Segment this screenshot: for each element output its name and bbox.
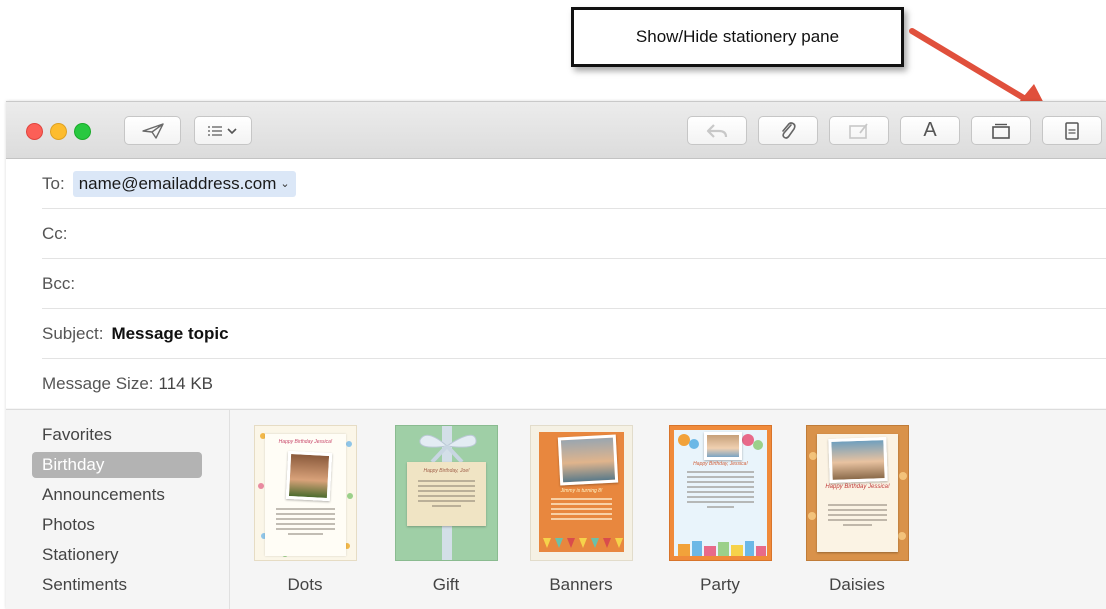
to-recipient-token[interactable]: name@emailaddress.com ⌄	[72, 170, 296, 197]
zoom-window-button[interactable]	[74, 123, 91, 140]
template-name-banners: Banners	[549, 575, 613, 594]
subject-label: Subject:	[42, 323, 104, 343]
category-photos[interactable]: Photos	[42, 512, 95, 538]
template-gift[interactable]: Happy Birthday, Joe!	[395, 425, 498, 561]
message-size-label: Message Size:	[42, 373, 154, 393]
to-address: name@emailaddress.com	[78, 173, 277, 193]
gift-card-title: Happy Birthday, Joe!	[423, 468, 470, 474]
markup-button[interactable]	[829, 116, 889, 145]
subject-field[interactable]: Message topic	[111, 324, 228, 344]
list-menu-icon	[208, 125, 237, 136]
dots-card-title: Happy Birthday Jessica!	[278, 439, 333, 445]
daisies-card: Happy Birthday Jessica!	[817, 434, 898, 552]
send-button[interactable]	[124, 116, 181, 145]
reply-button[interactable]	[687, 116, 747, 145]
category-announcements[interactable]: Announcements	[42, 482, 165, 508]
party-card: Happy Birthday, Jessica!	[674, 430, 767, 556]
stationery-pane-button[interactable]	[1042, 116, 1102, 145]
chevron-down-icon: ⌄	[280, 178, 290, 190]
message-size-value: 114 KB	[158, 373, 214, 393]
message-size-row: Message Size: 114 KB	[42, 359, 1106, 408]
dots-photo	[285, 450, 333, 502]
paperclip-icon	[782, 121, 796, 139]
markup-photo-icon	[849, 122, 868, 139]
banners-card-title: Jimmy is turning 8!	[560, 488, 603, 494]
banners-card: Jimmy is turning 8!	[539, 432, 624, 552]
photo-browser-icon	[992, 123, 1010, 139]
stationery-pane: Favorites Birthday Announcements Photos …	[6, 409, 1106, 609]
category-favorites[interactable]: Favorites	[42, 422, 112, 448]
bcc-label: Bcc:	[42, 273, 76, 293]
banners-bunting	[543, 538, 623, 548]
stationery-icon	[1065, 121, 1079, 140]
template-dots[interactable]: Happy Birthday Jessica!	[254, 425, 357, 561]
party-text-lines	[687, 471, 754, 511]
format-button[interactable]: A	[900, 116, 960, 145]
cc-row[interactable]: Cc:	[42, 209, 1106, 259]
template-name-gift: Gift	[432, 575, 460, 594]
compose-window: A To: name@emailaddress.com ⌄ Cc: Bcc: S…	[6, 101, 1106, 609]
category-list: Favorites Birthday Announcements Photos …	[6, 410, 230, 609]
paper-plane-icon	[141, 122, 164, 139]
dots-text-lines	[276, 508, 335, 538]
category-sentiments[interactable]: Sentiments	[42, 572, 127, 598]
callout-text: Show/Hide stationery pane	[635, 27, 840, 46]
reply-arrow-icon	[706, 123, 728, 138]
photo-browser-button[interactable]	[971, 116, 1031, 145]
to-row: To: name@emailaddress.com ⌄	[42, 159, 1106, 209]
banners-photo	[557, 434, 619, 486]
template-party[interactable]: Happy Birthday, Jessica!	[669, 425, 772, 561]
callout-box: Show/Hide stationery pane	[571, 7, 904, 67]
party-card-title: Happy Birthday, Jessica!	[693, 461, 748, 467]
party-gifts	[678, 541, 766, 556]
daisies-photo	[828, 437, 888, 483]
subject-row[interactable]: Subject: Message topic	[42, 309, 1106, 359]
template-banners[interactable]: Jimmy is turning 8!	[530, 425, 633, 561]
close-window-button[interactable]	[26, 123, 43, 140]
to-label: To:	[42, 173, 65, 193]
daisies-card-title: Happy Birthday Jessica!	[825, 484, 890, 490]
template-daisies[interactable]: Happy Birthday Jessica!	[806, 425, 909, 561]
format-a-icon: A	[923, 119, 937, 141]
banners-text-lines	[550, 498, 613, 523]
template-name-party: Party	[700, 575, 740, 594]
category-stationery[interactable]: Stationery	[42, 542, 119, 568]
message-headers: To: name@emailaddress.com ⌄ Cc: Bcc: Sub…	[6, 159, 1106, 408]
template-name-dots: Dots	[287, 575, 323, 594]
gift-bow-icon	[419, 434, 477, 464]
category-birthday[interactable]: Birthday	[32, 452, 202, 478]
gift-text-lines	[418, 480, 475, 510]
template-name-daisies: Daisies	[829, 575, 885, 594]
bcc-row[interactable]: Bcc:	[42, 259, 1106, 309]
party-photo	[704, 432, 742, 460]
header-fields-button[interactable]	[194, 116, 252, 145]
gift-card: Happy Birthday, Joe!	[407, 462, 486, 526]
toolbar: A	[6, 102, 1106, 159]
dots-card: Happy Birthday Jessica!	[265, 434, 346, 556]
attach-button[interactable]	[758, 116, 818, 145]
cc-label: Cc:	[42, 223, 68, 243]
minimize-window-button[interactable]	[50, 123, 67, 140]
daisies-text-lines	[828, 504, 887, 529]
